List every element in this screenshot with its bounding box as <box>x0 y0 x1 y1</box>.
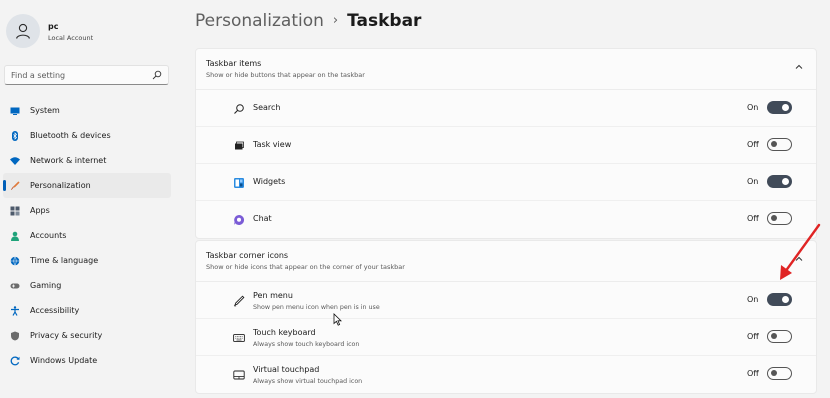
search-toggle[interactable] <box>767 101 792 114</box>
toggle-state: On <box>747 177 759 186</box>
brush-icon <box>10 180 20 191</box>
setting-description: Always show virtual touchpad icon <box>253 378 363 385</box>
task-view-icon <box>235 141 244 150</box>
main-content: Personalization › Taskbar Taskbar items Sh… <box>195 0 820 398</box>
sidebar: pc Local Account System Bluetooth & devi… <box>0 0 180 398</box>
wifi-icon <box>10 156 20 166</box>
sidebar-item-label: Time & language <box>30 256 99 265</box>
page-title: Taskbar <box>347 11 422 31</box>
breadcrumb: Personalization › Taskbar <box>195 11 421 31</box>
sidebar-item-label: Windows Update <box>30 356 98 365</box>
search-icon <box>234 104 244 114</box>
toggle-state: On <box>747 295 759 304</box>
sidebar-item-label: Apps <box>30 206 50 215</box>
touchpad-icon <box>233 370 245 380</box>
annotation-arrow-icon <box>780 223 821 280</box>
mouse-cursor-icon <box>333 313 342 326</box>
accounts-icon <box>10 231 20 241</box>
sidebar-item-label: Bluetooth & devices <box>30 131 111 140</box>
sidebar-item-label: Privacy & security <box>30 331 103 340</box>
toggle-state: Off <box>747 214 759 223</box>
system-icon <box>10 106 20 116</box>
setting-row-task-view: Task view Off <box>196 127 816 164</box>
setting-row-widgets: Widgets On <box>196 164 816 201</box>
setting-row-virtual-touchpad: Virtual touchpad Always show virtual tou… <box>196 356 816 393</box>
widgets-toggle[interactable] <box>767 175 792 188</box>
setting-label: Task view <box>253 140 292 149</box>
sidebar-item-bluetooth[interactable]: Bluetooth & devices <box>3 123 171 148</box>
toggle-state: Off <box>747 369 759 378</box>
active-indicator <box>3 180 6 191</box>
globe-icon <box>10 256 20 266</box>
section-title: Taskbar corner icons <box>206 251 289 260</box>
sidebar-item-system[interactable]: System <box>3 98 171 123</box>
sidebar-item-label: Network & internet <box>30 156 107 165</box>
section-subtitle: Show or hide buttons that appear on the … <box>206 71 365 79</box>
pen-icon <box>233 295 245 307</box>
sidebar-item-label: Personalization <box>30 181 91 190</box>
sidebar-item-network[interactable]: Network & internet <box>3 148 171 173</box>
sidebar-item-privacy[interactable]: Privacy & security <box>3 323 171 348</box>
widgets-icon <box>234 178 244 188</box>
shield-icon <box>10 331 20 341</box>
sidebar-item-accounts[interactable]: Accounts <box>3 223 171 248</box>
sidebar-item-label: System <box>30 106 60 115</box>
sidebar-item-windows-update[interactable]: Windows Update <box>3 348 171 373</box>
setting-description: Show pen menu icon when pen is in use <box>253 304 380 311</box>
apps-icon <box>10 206 20 216</box>
toggle-state: Off <box>747 140 759 149</box>
sidebar-item-label: Gaming <box>30 281 62 290</box>
sidebar-item-accessibility[interactable]: Accessibility <box>3 298 171 323</box>
virtual-touchpad-toggle[interactable] <box>767 367 792 380</box>
sidebar-item-apps[interactable]: Apps <box>3 198 171 223</box>
bluetooth-icon <box>10 130 20 141</box>
breadcrumb-separator: › <box>332 13 339 28</box>
setting-label: Search <box>253 103 281 112</box>
section-header[interactable]: Taskbar items Show or hide buttons that … <box>196 49 816 90</box>
setting-label: Widgets <box>253 177 286 186</box>
section-taskbar-items: Taskbar items Show or hide buttons that … <box>195 48 817 239</box>
section-title: Taskbar items <box>206 59 262 68</box>
sidebar-item-personalization[interactable]: Personalization <box>3 173 171 198</box>
chevron-up-icon[interactable] <box>794 62 804 72</box>
setting-label: Pen menu <box>253 291 293 300</box>
search-box[interactable] <box>4 65 169 85</box>
sidebar-item-label: Accessibility <box>30 306 80 315</box>
accessibility-icon <box>10 305 20 316</box>
sidebar-item-time-language[interactable]: Time & language <box>3 248 171 273</box>
breadcrumb-parent[interactable]: Personalization <box>195 11 324 31</box>
user-profile[interactable]: pc Local Account <box>6 14 93 48</box>
keyboard-icon <box>233 334 245 342</box>
search-input[interactable] <box>11 70 152 80</box>
setting-row-chat: Chat Off <box>196 201 816 238</box>
toggle-state: On <box>747 103 759 112</box>
setting-row-touch-keyboard: Touch keyboard Always show touch keyboar… <box>196 319 816 356</box>
task-view-toggle[interactable] <box>767 138 792 151</box>
setting-row-search: Search On <box>196 90 816 127</box>
setting-description: Always show touch keyboard icon <box>253 341 360 348</box>
sidebar-item-label: Accounts <box>30 231 67 240</box>
setting-label: Virtual touchpad <box>253 365 320 374</box>
update-icon <box>10 356 20 366</box>
setting-label: Chat <box>253 214 272 223</box>
touch-keyboard-toggle[interactable] <box>767 330 792 343</box>
account-type: Local Account <box>48 34 94 42</box>
section-header[interactable]: Taskbar corner icons Show or hide icons … <box>196 241 816 282</box>
search-icon[interactable] <box>152 70 162 80</box>
person-icon <box>16 23 30 39</box>
section-subtitle: Show or hide icons that appear on the co… <box>206 263 405 271</box>
setting-row-pen-menu: Pen menu Show pen menu icon when pen is … <box>196 282 816 319</box>
setting-label: Touch keyboard <box>253 328 316 337</box>
chat-icon <box>234 214 245 225</box>
pen-menu-toggle[interactable] <box>767 293 792 306</box>
sidebar-item-gaming[interactable]: Gaming <box>3 273 171 298</box>
toggle-state: Off <box>747 332 759 341</box>
section-taskbar-corner-icons: Taskbar corner icons Show or hide icons … <box>195 240 817 394</box>
gaming-icon <box>10 281 20 291</box>
user-name: pc <box>48 22 59 31</box>
nav-list: System Bluetooth & devices Network & int… <box>3 98 171 373</box>
avatar[interactable] <box>6 14 40 48</box>
